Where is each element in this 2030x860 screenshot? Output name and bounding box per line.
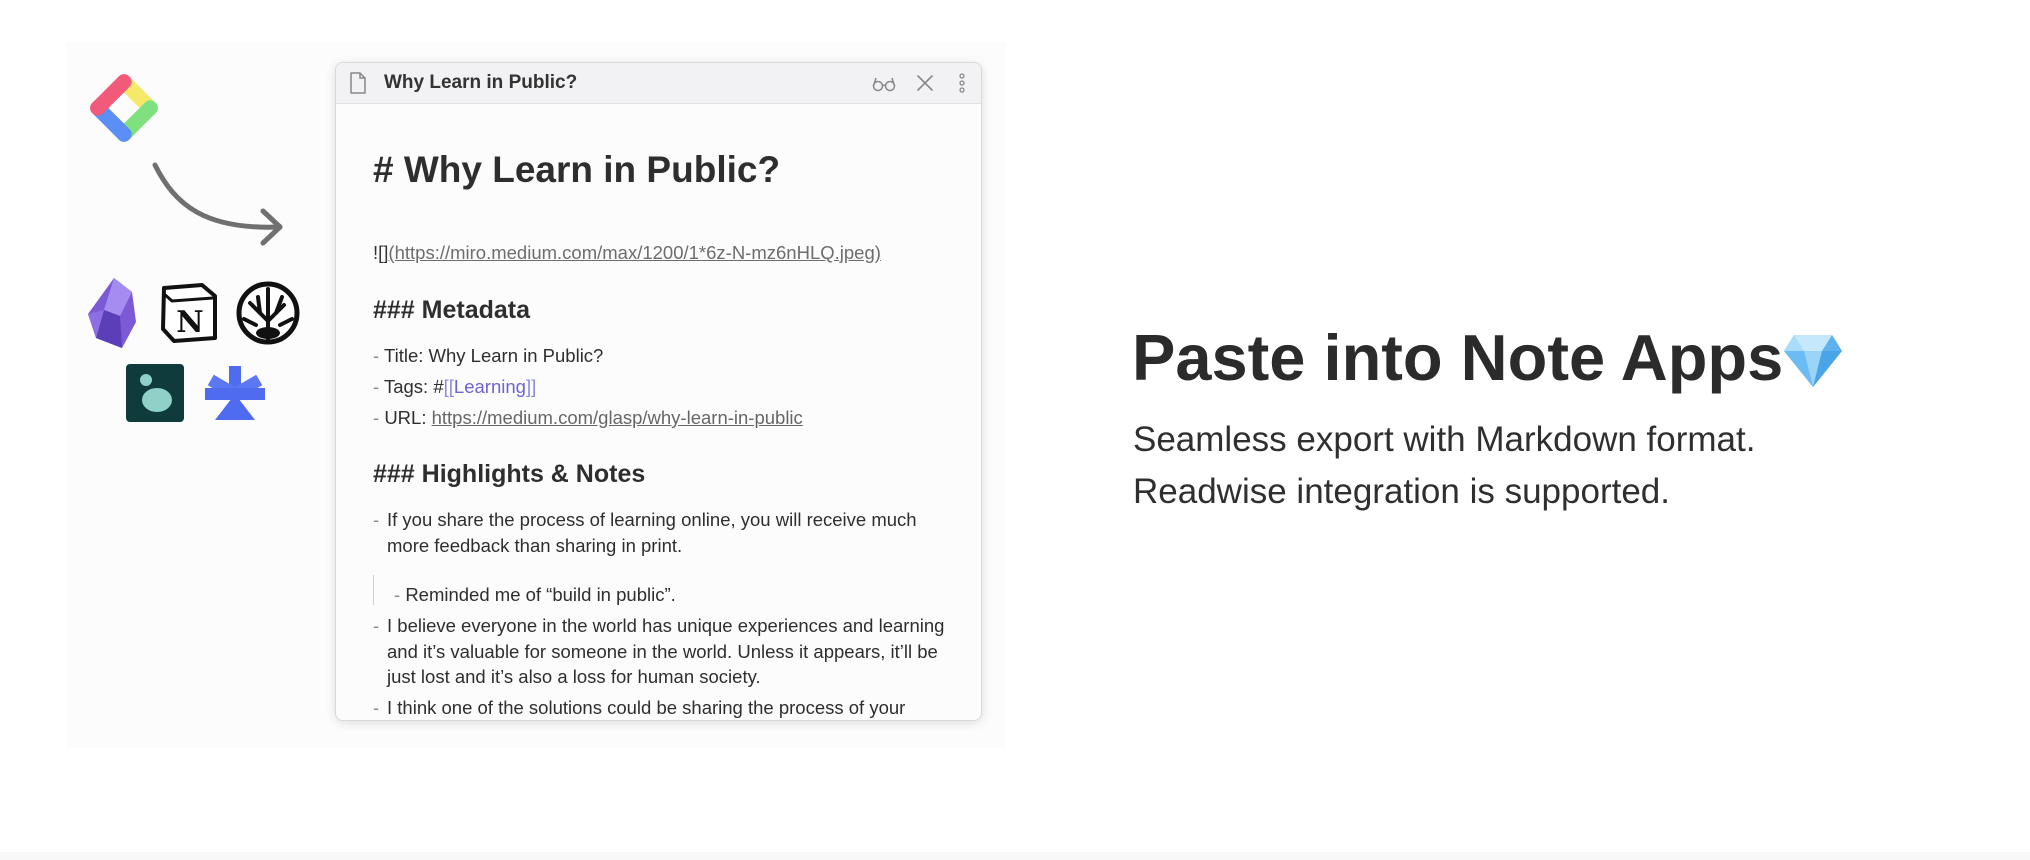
file-icon [350,72,366,94]
sub-note-item: - Reminded me of “build in public”. [394,584,676,605]
image-brackets: [] [378,242,389,263]
highlight-item: - I think one of the solutions could be … [373,697,906,718]
highlight-item: - If you share the process of learning o… [373,509,917,556]
metadata-url: - URL: https://medium.com/glasp/why-lear… [373,407,803,428]
more-vertical-icon[interactable] [954,72,970,94]
image-url-link[interactable]: (https://miro.medium.com/max/1200/1*6z-N… [388,242,880,263]
note-h1: # Why Learn in Public? [373,149,781,190]
image-embed-line: ![](https://miro.medium.com/max/1200/1*6… [373,242,881,264]
metadata-title: - Title: Why Learn in Public? [373,345,604,366]
note-tab-bar: Why Learn in Public? [336,63,981,104]
glasp-logo-icon [90,74,158,142]
roam-research-icon [236,281,300,345]
bottom-divider [0,852,2030,860]
metadata-tags: - Tags: #[[Learning]] [373,376,537,397]
hero-subtitle-line-2: Readwise integration is supported. [1133,472,1670,511]
tag-link[interactable]: Learning [454,376,526,397]
svg-text:N: N [176,305,203,340]
gem-icon [1784,335,1842,387]
highlights-heading: ### Highlights & Notes [373,460,646,488]
arrow-icon [152,162,283,246]
metadata-heading: ### Metadata [373,296,531,324]
article-url-link[interactable]: https://medium.com/glasp/why-learn-in-pu… [432,407,803,428]
glasses-icon[interactable] [872,72,896,94]
logseq-icon [205,366,265,420]
notion-icon: N [161,283,217,343]
craft-icon [126,364,184,422]
note-tab-title[interactable]: Why Learn in Public? [384,72,577,94]
obsidian-icon [88,278,136,348]
indent-guide [373,575,374,605]
hero-title: Paste into Note Apps [1132,321,1784,394]
hero-subtitle-line-1: Seamless export with Markdown format. [1133,420,1756,459]
close-icon[interactable] [913,72,937,94]
highlight-item: - I believe everyone in the world has un… [373,615,945,687]
markdown-note-window: Why Learn in Public? # Why Learn in Publ… [335,62,982,721]
